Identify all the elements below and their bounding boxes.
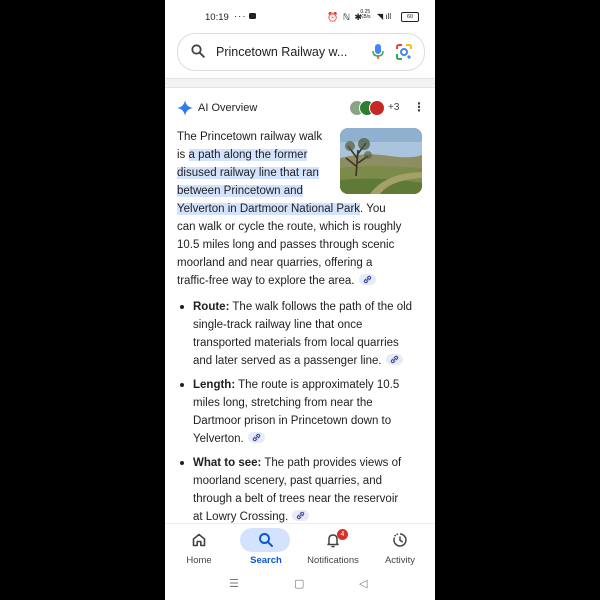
notification-badge: 4 bbox=[337, 529, 348, 540]
link-icon bbox=[296, 511, 305, 520]
nav-label: Activity bbox=[384, 555, 416, 566]
bullet-text: and later served as a passenger line. bbox=[193, 355, 382, 367]
bullet-text: through a belt of trees near the reservo… bbox=[193, 493, 399, 505]
detail-bullet-list: Route: The walk follows the path of the … bbox=[177, 298, 423, 526]
summary-text: The Princetown railway walk bbox=[177, 131, 323, 143]
highlighted-text[interactable]: disused railway line that ran bbox=[177, 167, 319, 179]
bullet-text: Yelverton. bbox=[193, 433, 244, 445]
bottom-navigation: Home Search 4 Notifications Activity bbox=[165, 523, 435, 574]
bullet-text: transported materials from local quarrie… bbox=[193, 337, 399, 349]
more-options-icon[interactable]: ⋮ bbox=[413, 101, 425, 114]
search-query[interactable]: Princetown Railway w... bbox=[216, 45, 347, 59]
highlighted-text[interactable]: Yelverton in Dartmoor National Park bbox=[177, 203, 361, 215]
search-icon bbox=[259, 533, 273, 547]
search-icon bbox=[191, 44, 205, 58]
screen-record-icon bbox=[249, 13, 256, 19]
notification-dots: ··· bbox=[234, 11, 247, 22]
highlighted-text[interactable]: a path along the former bbox=[188, 149, 308, 161]
activity-icon bbox=[393, 533, 407, 547]
list-item: What to see: The path provides views of … bbox=[177, 454, 423, 526]
section-divider bbox=[165, 78, 435, 88]
bullet-text: The walk follows the path of the old bbox=[229, 301, 413, 313]
nav-notifications[interactable]: 4 Notifications bbox=[299, 529, 367, 566]
phone-screen: 10:19 ··· ⏰ ℕ ✱ 0.25 KB/s ◥ ıll 60 Princ… bbox=[165, 0, 435, 600]
summary-text: 10.5 miles long and passes through sceni… bbox=[177, 239, 395, 251]
back-button[interactable]: ◁ bbox=[359, 577, 367, 590]
bullet-dot bbox=[180, 383, 184, 387]
link-icon bbox=[252, 433, 260, 442]
microphone-icon[interactable] bbox=[371, 43, 385, 61]
bullet-label: Route: bbox=[193, 301, 230, 313]
summary-text: moorland and near quarries, offering a bbox=[177, 257, 373, 269]
bullet-text: single-track railway line that once bbox=[193, 319, 363, 331]
search-bar[interactable]: Princetown Railway w... bbox=[177, 33, 425, 71]
bullet-dot bbox=[180, 305, 184, 309]
summary-text: traffic-free way to explore the area. bbox=[177, 275, 355, 287]
nav-label: Home bbox=[186, 555, 212, 566]
summary-text: can walk or cycle the route, which is ro… bbox=[177, 221, 402, 233]
bullet-text: miles long, stretching from near the bbox=[193, 397, 373, 409]
bullet-text: The route is approximately 10.5 bbox=[235, 379, 400, 391]
bullet-dot bbox=[180, 461, 184, 465]
bullet-text: moorland scenery, past quarries, and bbox=[193, 475, 382, 487]
home-button[interactable]: ▢ bbox=[294, 577, 304, 590]
network-speed-unit: KB/s bbox=[360, 14, 371, 20]
source-link-chip[interactable] bbox=[385, 354, 403, 365]
home-icon bbox=[192, 533, 206, 547]
more-sources-count[interactable]: +3 bbox=[388, 102, 399, 113]
nav-label: Notifications bbox=[307, 555, 359, 566]
source-link-chip[interactable] bbox=[292, 510, 310, 521]
summary-text: is bbox=[177, 149, 189, 161]
clock: 10:19 bbox=[205, 12, 229, 23]
battery-icon: 60 bbox=[401, 12, 419, 22]
gemini-sparkle-icon bbox=[177, 100, 193, 116]
source-favicon-3[interactable] bbox=[369, 100, 385, 116]
wifi-signal-icon: ◥ ıll bbox=[377, 12, 392, 21]
bullet-label: What to see: bbox=[193, 457, 262, 469]
recent-apps-button[interactable]: ☰ bbox=[229, 577, 239, 590]
bullet-text: Dartmoor prison in Princetown down to bbox=[193, 415, 392, 427]
ai-overview-content: The Princetown railway walk is a path al… bbox=[177, 128, 423, 532]
status-bar: 10:19 ··· ⏰ ℕ ✱ 0.25 KB/s ◥ ıll 60 bbox=[165, 0, 435, 32]
list-item: Route: The walk follows the path of the … bbox=[177, 298, 423, 370]
ai-overview-title: AI Overview bbox=[198, 102, 258, 114]
nav-activity[interactable]: Activity bbox=[366, 529, 434, 566]
nav-search[interactable]: Search bbox=[232, 528, 300, 566]
source-link-chip[interactable] bbox=[358, 274, 376, 285]
source-link-chip[interactable] bbox=[247, 432, 265, 443]
network-speed: 0.25 KB/s bbox=[360, 10, 371, 20]
bullet-text: at Lowry Crossing. bbox=[193, 511, 289, 523]
highlighted-text[interactable]: between Princetown and bbox=[177, 185, 303, 197]
system-navigation-bar: ☰ ▢ ◁ bbox=[165, 573, 435, 600]
nav-home[interactable]: Home bbox=[165, 529, 233, 566]
system-status-icons: ⏰ ℕ ✱ bbox=[327, 12, 363, 22]
google-lens-icon[interactable] bbox=[395, 43, 413, 61]
summary-paragraph: The Princetown railway walk is a path al… bbox=[177, 128, 423, 290]
link-icon bbox=[390, 355, 398, 364]
summary-text: . You bbox=[360, 203, 386, 215]
list-item: Length: The route is approximately 10.5 … bbox=[177, 376, 423, 448]
bullet-label: Length: bbox=[193, 379, 236, 391]
nav-label: Search bbox=[250, 555, 282, 566]
ai-overview-header: AI Overview +3 ⋮ bbox=[177, 99, 425, 117]
bullet-text: The path provides views of bbox=[261, 457, 402, 469]
link-icon bbox=[363, 275, 371, 284]
